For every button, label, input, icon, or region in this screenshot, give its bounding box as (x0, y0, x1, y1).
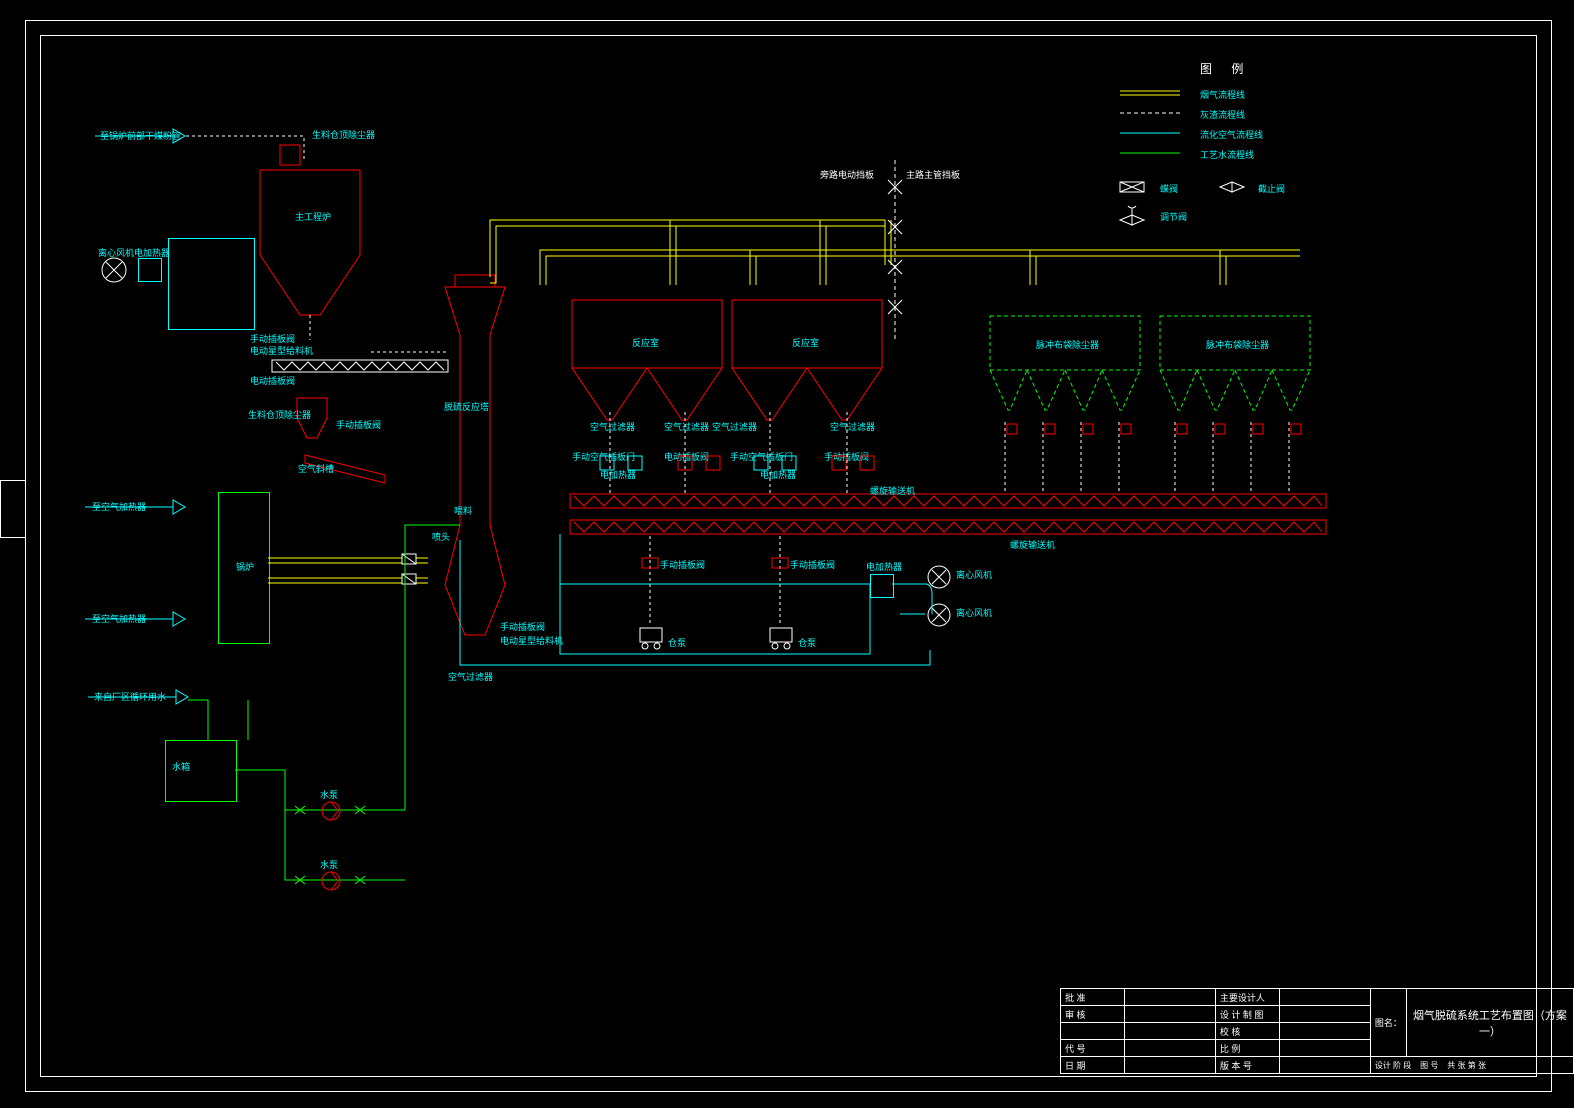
legend-line-3 (1120, 132, 1180, 134)
legend-label-2: 灰渣流程线 (1200, 108, 1245, 121)
butterfly-valve-icon (1120, 180, 1144, 194)
stop-valve-icon (1220, 180, 1244, 194)
tower-rotary: 电动星型给料机 (500, 634, 563, 647)
legend-sym-3: 调节阀 (1160, 210, 1187, 223)
pump2-label: 水泵 (320, 858, 338, 871)
nozzle-label: 喷头 (432, 530, 450, 543)
cyan-return (460, 650, 930, 680)
screw2-label: 螺旋输送机 (1010, 538, 1055, 551)
heater2-label: 电加热器 (866, 560, 902, 573)
air-out-label: 至空气加热器 (92, 612, 146, 625)
water-tank-label: 水箱 (172, 760, 190, 773)
absorber-mid-label: 脱硫反应塔 (444, 400, 489, 413)
car-gate1: 手动插板阀 (660, 558, 705, 571)
plant-water-label: 来自厂区循环用水 (94, 690, 166, 703)
flue-second (540, 245, 1310, 305)
air-in-label: 至空气加热器 (92, 500, 146, 513)
bf1-label: 脉冲布袋除尘器 (1036, 338, 1099, 351)
pump1-label: 水泵 (320, 788, 338, 801)
fan1-label: 离心风机 (98, 246, 134, 259)
screw-conveyor-2 (570, 520, 1330, 536)
legend-label-4: 工艺水流程线 (1200, 148, 1254, 161)
legend-sym-2: 截止阀 (1258, 182, 1285, 195)
legend-line-1 (1120, 90, 1180, 96)
legend-title: 图 例 (1200, 60, 1251, 77)
title-block: 批 准主要设计人图名：烟气脱硫系统工艺布置图（方案一） 审 核设 计 制 图 校… (1060, 988, 1574, 1074)
car-gate2: 手动插板阀 (790, 558, 835, 571)
hopper-lbl2: 手动插板阀 (336, 418, 381, 431)
heater-box (138, 258, 162, 282)
tower-gate: 手动插板阀 (500, 620, 545, 633)
fan-icon-1 (100, 256, 128, 284)
fan2b-label: 离心风机 (956, 606, 992, 619)
ash-drops (575, 412, 1315, 522)
tank-inlet (188, 696, 288, 746)
boiler-label: 锅炉 (236, 560, 254, 573)
bypass-lbl: 旁路电动挡板 (820, 168, 874, 181)
water-riser (400, 520, 470, 820)
rc1-label: 反应室 (632, 336, 659, 349)
main-lbl: 主路主管挡板 (906, 168, 960, 181)
legend-label-3: 流化空气流程线 (1200, 128, 1263, 141)
lbl-boiler-front: 至锅炉前部干煤粉管 (100, 129, 181, 142)
legend-line-4 (1120, 152, 1180, 154)
bypass-stack (880, 160, 910, 340)
legend-label-1: 烟气流程线 (1200, 88, 1245, 101)
feeder-label: 喂料 (454, 504, 472, 517)
heater-label: 电加热器 (134, 246, 170, 259)
legend-sym-1: 蝶阀 (1160, 182, 1178, 195)
bf2-label: 脉冲布袋除尘器 (1206, 338, 1269, 351)
gate-3: 电动插板阀 (250, 374, 295, 387)
gate-2: 电动星型给料机 (250, 344, 313, 357)
fan2a-label: 离心风机 (956, 568, 992, 581)
small-hopper (292, 398, 332, 448)
control-valve-icon (1120, 206, 1144, 226)
top-screw (272, 358, 452, 374)
pump-icon-1 (320, 800, 342, 822)
pump-icon-2 (320, 870, 342, 892)
legend-line-2 (1120, 112, 1180, 114)
feed-dash (186, 132, 446, 292)
rc2-label: 反应室 (792, 336, 819, 349)
air-slide-label: 空气斜槽 (298, 462, 334, 475)
left-tab (0, 480, 26, 538)
hopper-lbl1: 生料仓顶除尘器 (248, 408, 311, 421)
